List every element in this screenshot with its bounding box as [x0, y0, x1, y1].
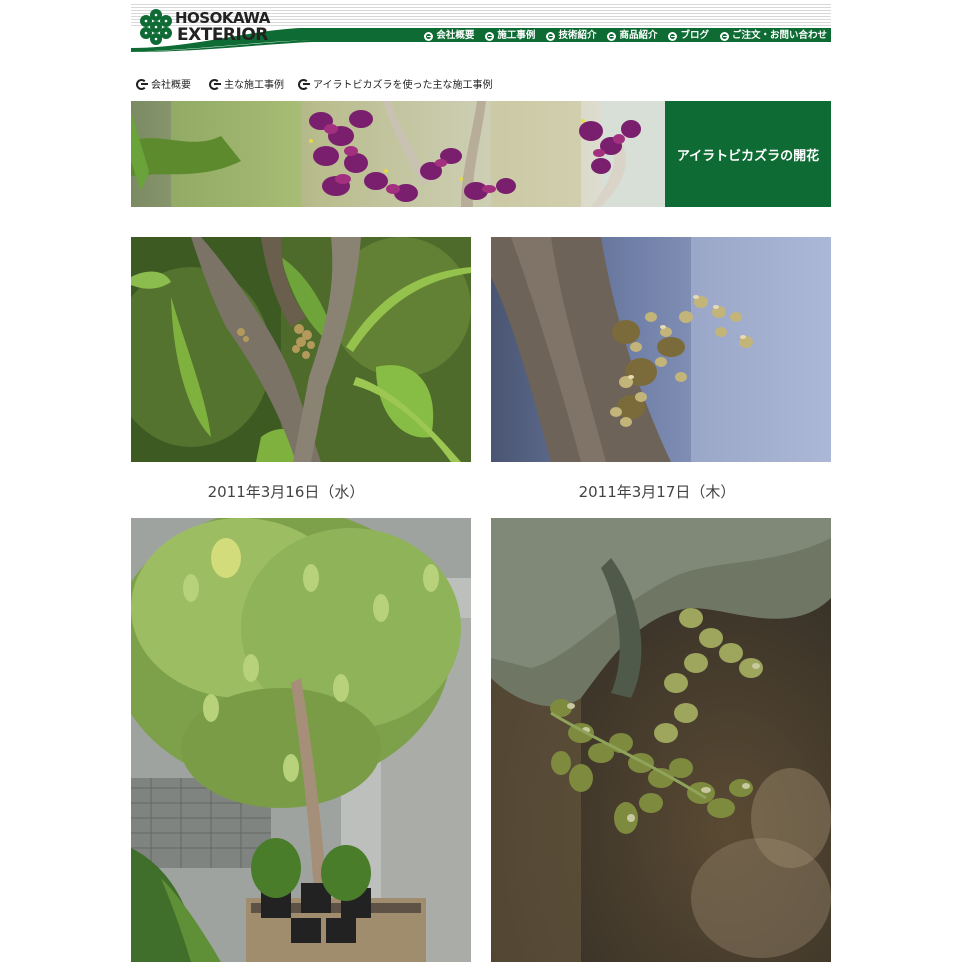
nav-item-label: 施工事例: [497, 30, 536, 41]
banner-title-panel: アイラトビカズラの開花: [665, 101, 831, 207]
breadcrumb-item-company[interactable]: 会社概要: [136, 76, 191, 91]
breadcrumb-label: 主な施工事例: [224, 80, 284, 91]
breadcrumb: 会社概要 主な施工事例 アイラトビカズラを使った主な施工事例: [136, 76, 493, 91]
circle-arrow-icon: [668, 31, 678, 41]
photo-bud-closeup: [491, 518, 831, 962]
breadcrumb-item-works[interactable]: 主な施工事例: [209, 76, 284, 91]
photo-buds-branch: [131, 237, 471, 462]
nav-item-products[interactable]: 商品紹介: [607, 30, 657, 42]
breadcrumb-label: 会社概要: [151, 80, 191, 91]
photo-caption: 2011年3月16日（水）: [207, 483, 365, 501]
page-banner: アイラトビカズラの開花: [131, 101, 831, 207]
logo-text-line2: EXTERIOR: [177, 25, 268, 45]
nav-item-blog[interactable]: ブログ: [668, 30, 709, 42]
breadcrumb-item-current[interactable]: アイラトビカズラを使った主な施工事例: [298, 76, 493, 91]
nav-item-works[interactable]: 施工事例: [485, 30, 535, 42]
circle-arrow-icon: [719, 31, 729, 41]
g-arrow-icon: [136, 78, 148, 90]
nav-item-label: 商品紹介: [619, 30, 658, 41]
nav-item-label: 技術紹介: [558, 30, 597, 41]
photo-whole-plant: [131, 518, 471, 962]
nav-item-technology[interactable]: 技術紹介: [546, 30, 596, 42]
nav-item-company[interactable]: 会社概要: [424, 30, 474, 42]
global-nav: 会社概要 施工事例 技術紹介 商品紹介 ブログ ご注文・お問い合わせ: [424, 30, 827, 42]
g-arrow-icon: [209, 78, 221, 90]
circle-arrow-icon: [546, 31, 556, 41]
photo-caption: 2011年3月17日（木）: [578, 483, 736, 501]
nav-item-label: ご注文・お問い合わせ: [731, 30, 827, 41]
flower-logo-icon: [140, 9, 172, 45]
breadcrumb-label: アイラトビカズラを使った主な施工事例: [313, 80, 493, 91]
nav-item-label: 会社概要: [436, 30, 475, 41]
g-arrow-icon: [298, 78, 310, 90]
circle-arrow-icon: [485, 31, 495, 41]
banner-title: アイラトビカズラの開花: [676, 148, 820, 164]
photo-buds-trunk: [491, 237, 831, 462]
banner-flower-photo: [131, 101, 665, 207]
circle-arrow-icon: [424, 31, 434, 41]
nav-item-label: ブログ: [680, 30, 709, 41]
site-logo[interactable]: HOSOKAWA EXTERIOR: [137, 7, 277, 47]
circle-arrow-icon: [607, 31, 617, 41]
nav-item-contact[interactable]: ご注文・お問い合わせ: [719, 30, 827, 42]
site-header: HOSOKAWA EXTERIOR 会社概要 施工事例 技術紹介 商品紹介 ブロ…: [131, 4, 831, 52]
